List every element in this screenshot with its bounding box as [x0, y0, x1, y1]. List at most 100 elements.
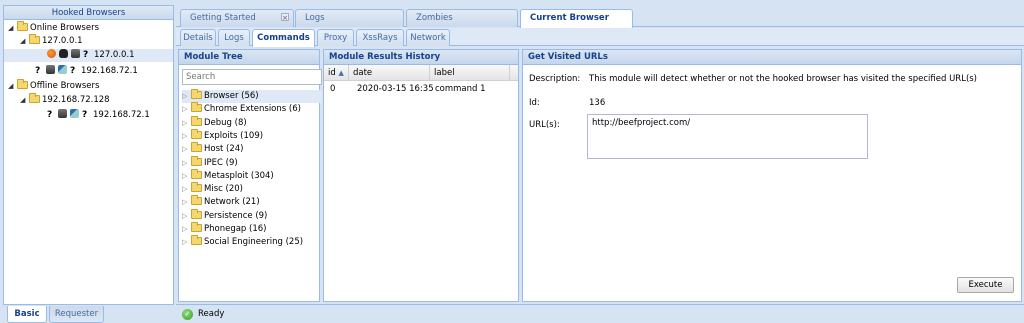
- module-category-label: Social Engineering (25): [204, 237, 304, 248]
- online-browsers-label: Online Browsers: [30, 23, 99, 33]
- online-browsers-node[interactable]: ◢ Online Browsers: [8, 21, 99, 35]
- module-category-item[interactable]: ▷ Debug (8): [182, 115, 322, 130]
- tab-label: Getting Started: [190, 13, 256, 23]
- module-category-label: IPEC (9): [204, 157, 238, 168]
- folder-icon: [191, 89, 202, 99]
- column-label: id: [328, 68, 336, 78]
- module-category-item[interactable]: ▷ Network (21): [182, 195, 322, 209]
- folder-icon: [29, 34, 40, 44]
- hardware-icon: [46, 65, 55, 74]
- tab-network[interactable]: Network: [406, 29, 450, 46]
- module-detail-title: Get Visited URLs: [523, 50, 1021, 65]
- expand-arrow-icon[interactable]: ▷: [182, 103, 191, 116]
- folder-icon: [191, 195, 202, 206]
- tab-commands[interactable]: Commands: [252, 29, 315, 47]
- expand-arrow-icon[interactable]: ▷: [182, 117, 191, 130]
- module-results-panel: Module Results History id ▲ date label 0…: [323, 49, 519, 302]
- expand-arrow-icon[interactable]: ▷: [182, 223, 191, 236]
- folder-icon: [191, 235, 202, 246]
- module-search-input[interactable]: [182, 69, 322, 85]
- tab-logs-main[interactable]: Logs: [295, 9, 404, 27]
- module-category-item[interactable]: ▷ Host (24): [182, 142, 322, 156]
- sort-ascending-icon: ▲: [338, 69, 344, 77]
- tab-getting-started[interactable]: Getting Started ×: [180, 9, 294, 27]
- module-category-label: Misc (20): [204, 184, 243, 195]
- network-icon: [70, 109, 79, 118]
- urls-label: URL(s):: [529, 120, 560, 130]
- ready-check-icon: ✓: [182, 309, 193, 320]
- tab-current-browser[interactable]: Current Browser: [520, 9, 633, 28]
- folder-icon: [17, 21, 28, 31]
- network-icon: [58, 65, 67, 74]
- folder-icon: [191, 222, 202, 232]
- expand-arrow-icon[interactable]: ◢: [8, 22, 17, 35]
- expand-arrow-icon[interactable]: ▷: [182, 157, 191, 170]
- offline-browsers-node[interactable]: ◢ Offline Browsers: [8, 79, 100, 93]
- description-label: Description:: [529, 74, 581, 84]
- description-text: This module will detect whether or not t…: [589, 74, 978, 84]
- folder-icon: [191, 142, 202, 153]
- hooked-browser-entry[interactable]: ?? 192.168.72.1: [47, 109, 150, 122]
- left-bottom-tabbar: Basic Requester: [3, 304, 174, 323]
- expand-arrow-icon[interactable]: ▷: [182, 130, 191, 143]
- unknown-icon: ?: [47, 110, 53, 120]
- module-category-item[interactable]: ▷ Persistence (9): [182, 208, 322, 223]
- expand-arrow-icon[interactable]: ▷: [182, 143, 191, 156]
- folder-icon: [191, 182, 202, 193]
- module-category-item[interactable]: ▷ Exploits (109): [182, 128, 322, 143]
- id-value: 136: [589, 98, 606, 108]
- tab-basic[interactable]: Basic: [7, 306, 47, 323]
- cell-label: command 1: [435, 84, 486, 94]
- tab-details[interactable]: Details: [180, 29, 216, 46]
- expand-arrow-icon[interactable]: ▷: [182, 196, 191, 209]
- module-detail-panel: Get Visited URLs Description: This modul…: [522, 49, 1022, 302]
- tab-logs[interactable]: Logs: [218, 29, 250, 46]
- status-bar: ✓ Ready: [176, 304, 1024, 323]
- offline-group-node[interactable]: ◢ 192.168.72.128: [20, 93, 110, 107]
- expand-arrow-icon[interactable]: ◢: [20, 35, 29, 48]
- hooked-browser-entry[interactable]: ?? 192.168.72.1: [35, 65, 138, 78]
- browser-ip-label: 192.168.72.1: [81, 66, 138, 76]
- urls-field[interactable]: http://beefproject.com/: [587, 114, 868, 159]
- module-category-label: Debug (8): [204, 117, 247, 128]
- main-tabbar: Getting Started × Logs Zombies Current B…: [176, 5, 1024, 28]
- close-icon[interactable]: ×: [281, 13, 289, 22]
- expand-arrow-icon[interactable]: ▷: [182, 210, 191, 223]
- module-category-item[interactable]: ▷ Misc (20): [182, 182, 322, 196]
- hooked-browser-entry[interactable]: ? 127.0.0.1: [4, 49, 173, 62]
- module-category-item[interactable]: ▷ Social Engineering (25): [182, 235, 322, 249]
- online-group-node[interactable]: ◢ 127.0.0.1: [20, 34, 83, 48]
- module-category-label: Host (24): [204, 144, 244, 155]
- expand-arrow-icon[interactable]: ▷: [182, 236, 191, 249]
- status-text: Ready: [198, 309, 225, 319]
- module-category-item[interactable]: ▷ IPEC (9): [182, 155, 322, 170]
- tab-requester[interactable]: Requester: [49, 306, 104, 323]
- expand-arrow-icon[interactable]: ◢: [20, 94, 29, 107]
- expand-arrow-icon[interactable]: ▷: [182, 170, 191, 183]
- module-category-item[interactable]: ▷ Chrome Extensions (6): [182, 102, 322, 116]
- column-header-date[interactable]: date: [349, 65, 430, 81]
- expand-arrow-icon[interactable]: ▷: [182, 183, 191, 196]
- module-category-item[interactable]: ▷ Metasploit (304): [182, 168, 322, 183]
- execute-button[interactable]: Execute: [957, 277, 1014, 293]
- offline-group-label: 192.168.72.128: [42, 95, 110, 105]
- online-group-label: 127.0.0.1: [42, 36, 83, 46]
- tab-xssrays[interactable]: XssRays: [356, 29, 404, 46]
- tab-zombies[interactable]: Zombies: [406, 9, 518, 27]
- folder-icon: [29, 93, 40, 103]
- offline-browsers-label: Offline Browsers: [30, 81, 100, 91]
- column-header-id[interactable]: id ▲: [324, 65, 349, 81]
- module-category-label: Network (21): [204, 197, 260, 208]
- expand-arrow-icon[interactable]: ▷: [182, 90, 191, 103]
- module-category-item[interactable]: ▷ Browser (56): [182, 89, 322, 103]
- module-category-item[interactable]: ▷ Phonegap (16): [182, 222, 322, 236]
- expand-arrow-icon[interactable]: ◢: [8, 80, 17, 93]
- column-header-label[interactable]: label: [430, 65, 510, 81]
- hardware-icon: [58, 109, 67, 118]
- module-tree-panel: Module Tree ▷ Browser (56) ▷ Chrome Extensi…: [178, 49, 322, 302]
- folder-icon: [191, 168, 202, 179]
- unknown-icon: ?: [35, 66, 41, 76]
- tab-proxy[interactable]: Proxy: [317, 29, 354, 46]
- folder-icon: [191, 102, 202, 113]
- module-category-label: Metasploit (304): [204, 170, 274, 181]
